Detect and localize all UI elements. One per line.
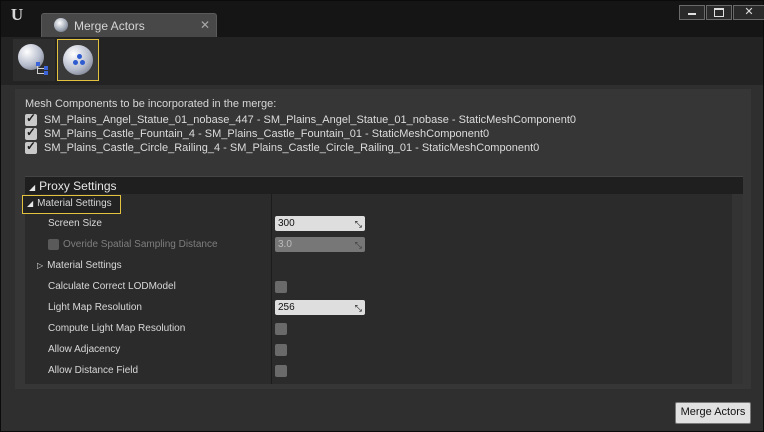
allow-adjacency-label: Allow Adjacency	[48, 344, 121, 355]
allow-distance-field-row: Allow Distance Field	[25, 361, 725, 381]
light-map-res-label: Light Map Resolution	[48, 302, 142, 313]
spatial-sampling-input[interactable]: 3.0 ⤡	[275, 237, 365, 252]
proxy-settings-header[interactable]: ◢ Proxy Settings	[25, 176, 743, 195]
mesh-label: SM_Plains_Castle_Circle_Railing_4 - SM_P…	[44, 142, 540, 154]
expand-arrow-icon: ▷	[37, 261, 44, 270]
override-spatial-row: Overide Spatial Sampling Distance 3.0 ⤡	[25, 235, 725, 255]
allow-adjacency-checkbox[interactable]	[275, 344, 287, 356]
override-spatial-label: Overide Spatial Sampling Distance	[63, 239, 218, 251]
resize-arrows-icon: ⤡	[354, 219, 362, 229]
override-spatial-checkbox[interactable]	[48, 239, 59, 250]
list-item: SM_Plains_Castle_Circle_Railing_4 - SM_P…	[25, 139, 540, 155]
close-tab-icon[interactable]: ✕	[200, 18, 210, 32]
material-settings-sub-row[interactable]: ▷ Material Settings	[25, 256, 725, 276]
list-item: SM_Plains_Angel_Statue_01_nobase_447 - S…	[25, 111, 577, 127]
minimize-button[interactable]	[679, 5, 705, 20]
hierarchy-merge-button[interactable]	[13, 39, 55, 81]
collapse-arrow-icon: ◢	[29, 183, 36, 192]
proxy-merge-button[interactable]	[57, 39, 99, 81]
screen-size-input[interactable]: 300 ⤡	[275, 216, 365, 231]
resize-arrows-icon: ⤡	[354, 240, 362, 250]
material-settings-sub-label: Material Settings	[47, 260, 122, 271]
light-map-res-row: Light Map Resolution 256 ⤡	[25, 298, 725, 318]
list-item: SM_Plains_Castle_Fountain_4 - SM_Plains_…	[25, 125, 490, 141]
group-label: Material Settings	[37, 198, 112, 209]
mesh-label: SM_Plains_Angel_Statue_01_nobase_447 - S…	[44, 114, 577, 126]
scrollbar[interactable]	[732, 194, 743, 384]
light-map-res-input[interactable]: 256 ⤡	[275, 300, 365, 315]
merge-actors-window: U Merge Actors ✕ ✕ Mesh Components to be…	[0, 0, 764, 432]
title-bar: U Merge Actors ✕ ✕	[1, 1, 764, 38]
compute-light-map-row: Compute Light Map Resolution	[25, 319, 725, 339]
screen-size-label: Screen Size	[48, 218, 102, 229]
material-settings-group: ◢ Material Settings	[22, 194, 725, 214]
sphere-icon	[54, 18, 68, 32]
screen-size-value: 300	[278, 218, 295, 229]
compute-light-map-checkbox[interactable]	[275, 323, 287, 335]
proxy-merge-icon	[63, 45, 93, 75]
tab-merge-actors[interactable]: Merge Actors ✕	[41, 13, 217, 38]
mesh-components-header: Mesh Components to be incorporated in th…	[25, 98, 277, 110]
calc-lod-checkbox[interactable]	[275, 281, 287, 293]
light-map-res-value: 256	[278, 302, 295, 313]
window-controls: ✕	[679, 5, 764, 20]
spatial-sampling-value: 3.0	[278, 239, 292, 250]
allow-distance-field-label: Allow Distance Field	[48, 365, 139, 376]
material-settings-group-header[interactable]: ◢ Material Settings	[22, 195, 121, 214]
merge-actors-button[interactable]: Merge Actors	[675, 402, 751, 424]
close-window-button[interactable]: ✕	[733, 5, 764, 20]
property-grid: ◢ Material Settings Screen Size 300 ⤡ Ove…	[22, 194, 743, 384]
screen-size-row: Screen Size 300 ⤡	[25, 214, 725, 234]
calc-lod-label: Calculate Correct LODModel	[48, 281, 176, 292]
mesh-label: SM_Plains_Castle_Fountain_4 - SM_Plains_…	[44, 128, 490, 140]
allow-distance-field-checkbox[interactable]	[275, 365, 287, 377]
mesh-checkbox[interactable]	[25, 139, 37, 154]
content-panel: Mesh Components to be incorporated in th…	[15, 89, 751, 389]
toolbar	[1, 37, 763, 85]
maximize-button[interactable]	[706, 5, 732, 20]
tab-label: Merge Actors	[74, 19, 145, 33]
unreal-logo-icon: U	[10, 5, 24, 24]
allow-adjacency-row: Allow Adjacency	[25, 340, 725, 360]
calc-lod-row: Calculate Correct LODModel	[25, 277, 725, 297]
resize-arrows-icon: ⤡	[354, 303, 362, 313]
collapse-arrow-icon: ◢	[27, 199, 34, 208]
compute-light-map-label: Compute Light Map Resolution	[48, 323, 186, 334]
proxy-settings-title: Proxy Settings	[39, 179, 117, 193]
hierarchy-glyph-icon	[36, 62, 50, 76]
